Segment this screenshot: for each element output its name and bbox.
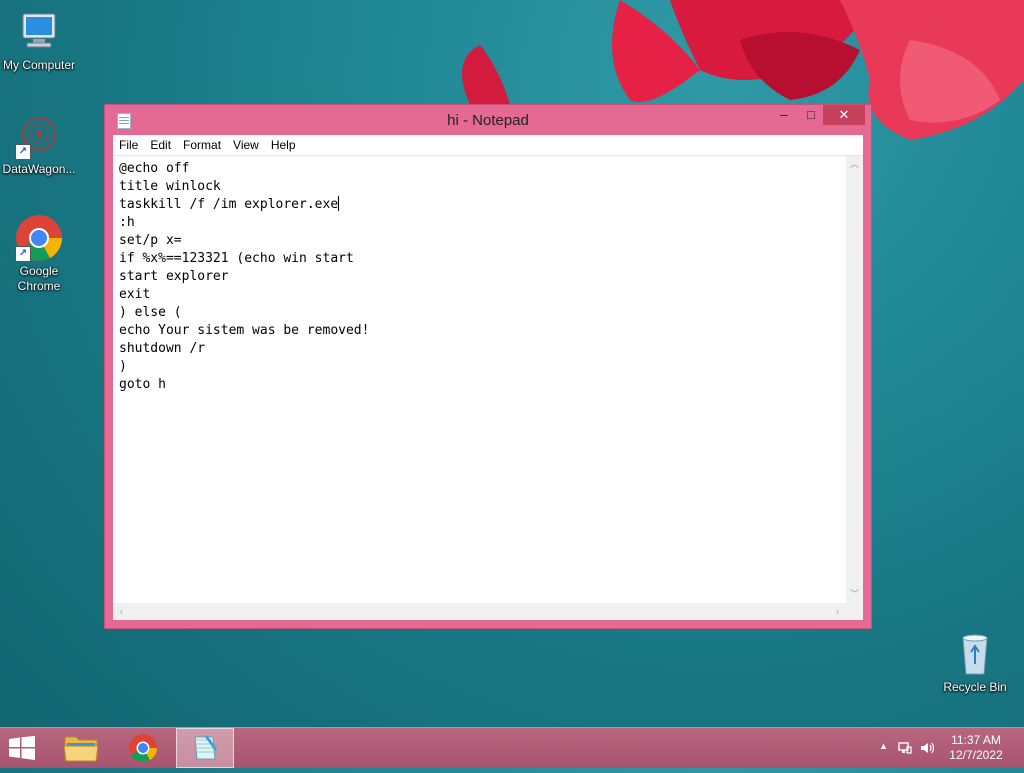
taskbar-google-chrome[interactable] — [114, 728, 172, 768]
datawagon-icon: ↗ — [15, 112, 63, 160]
clock-date: 12/7/2022 — [949, 748, 1003, 762]
scroll-right-icon[interactable]: › — [829, 603, 846, 620]
recycle-bin-icon — [951, 630, 999, 678]
window-title: hi - Notepad — [447, 112, 529, 129]
desktop-icon-datawagon[interactable]: ↗ DataWagon... — [1, 112, 77, 177]
folder-icon — [63, 736, 99, 762]
scroll-left-icon[interactable]: ‹ — [113, 603, 130, 620]
taskbar: ▲ 11:37 AM 12/7/2022 — [0, 727, 1024, 768]
volume-icon[interactable] — [920, 741, 936, 755]
desktop-icon-google-chrome[interactable]: ↗ Google Chrome — [1, 214, 77, 294]
close-button[interactable]: ✕ — [823, 105, 865, 125]
menu-help[interactable]: Help — [265, 135, 302, 153]
menu-view[interactable]: View — [227, 135, 265, 153]
taskbar-notepad[interactable] — [176, 728, 234, 768]
text-caret — [338, 196, 340, 211]
chrome-icon — [129, 734, 157, 762]
menu-edit[interactable]: Edit — [144, 135, 177, 153]
maximize-button[interactable]: □ — [798, 105, 824, 125]
desktop-icon-label: DataWagon... — [2, 162, 76, 176]
scroll-down-icon[interactable]: ﹀ — [846, 586, 863, 603]
windows-logo-icon — [9, 736, 35, 760]
minimize-button[interactable]: – — [771, 105, 797, 125]
desktop-icon-label: Recycle Bin — [943, 680, 1007, 694]
editor-content[interactable]: @echo off title winlock taskkill /f /im … — [119, 160, 843, 600]
desktop-icon-recycle-bin[interactable]: Recycle Bin — [937, 630, 1013, 695]
show-hidden-icon[interactable]: ▲ — [879, 741, 888, 751]
start-button[interactable] — [8, 736, 40, 762]
vertical-scrollbar[interactable]: ︿ ﹀ — [846, 156, 863, 603]
chrome-icon: ↗ — [15, 214, 63, 262]
notepad-window: hi - Notepad – □ ✕ File Edit Format View Hel… — [104, 104, 872, 629]
text-editor[interactable]: @echo off title winlock taskkill /f /im … — [113, 155, 863, 620]
network-icon[interactable] — [898, 741, 912, 755]
scroll-up-icon[interactable]: ︿ — [846, 156, 863, 173]
taskbar-file-explorer[interactable] — [52, 728, 110, 768]
menu-format[interactable]: Format — [177, 135, 227, 153]
notepad-icon — [194, 735, 217, 760]
scroll-corner — [846, 603, 863, 620]
editor-text-after-caret: :h set/p x= if %x%==123321 (echo win sta… — [119, 215, 370, 392]
editor-text-before-caret: @echo off title winlock taskkill /f /im … — [119, 161, 339, 212]
shortcut-arrow-icon: ↗ — [15, 246, 31, 262]
taskbar-clock[interactable]: 11:37 AM 12/7/2022 — [946, 733, 1006, 763]
desktop-icon-my-computer[interactable]: My Computer — [1, 8, 77, 73]
menu-file[interactable]: File — [113, 135, 144, 153]
desktop-icon-label: My Computer — [2, 58, 76, 72]
computer-icon — [15, 8, 63, 56]
window-titlebar[interactable]: hi - Notepad – □ ✕ — [105, 105, 871, 135]
desktop-icon-label: Google Chrome — [17, 264, 61, 293]
horizontal-scrollbar[interactable]: ‹ › — [113, 603, 846, 620]
menu-bar: File Edit Format View Help — [113, 135, 863, 155]
clock-time: 11:37 AM — [951, 733, 1001, 747]
shortcut-arrow-icon: ↗ — [15, 144, 31, 160]
